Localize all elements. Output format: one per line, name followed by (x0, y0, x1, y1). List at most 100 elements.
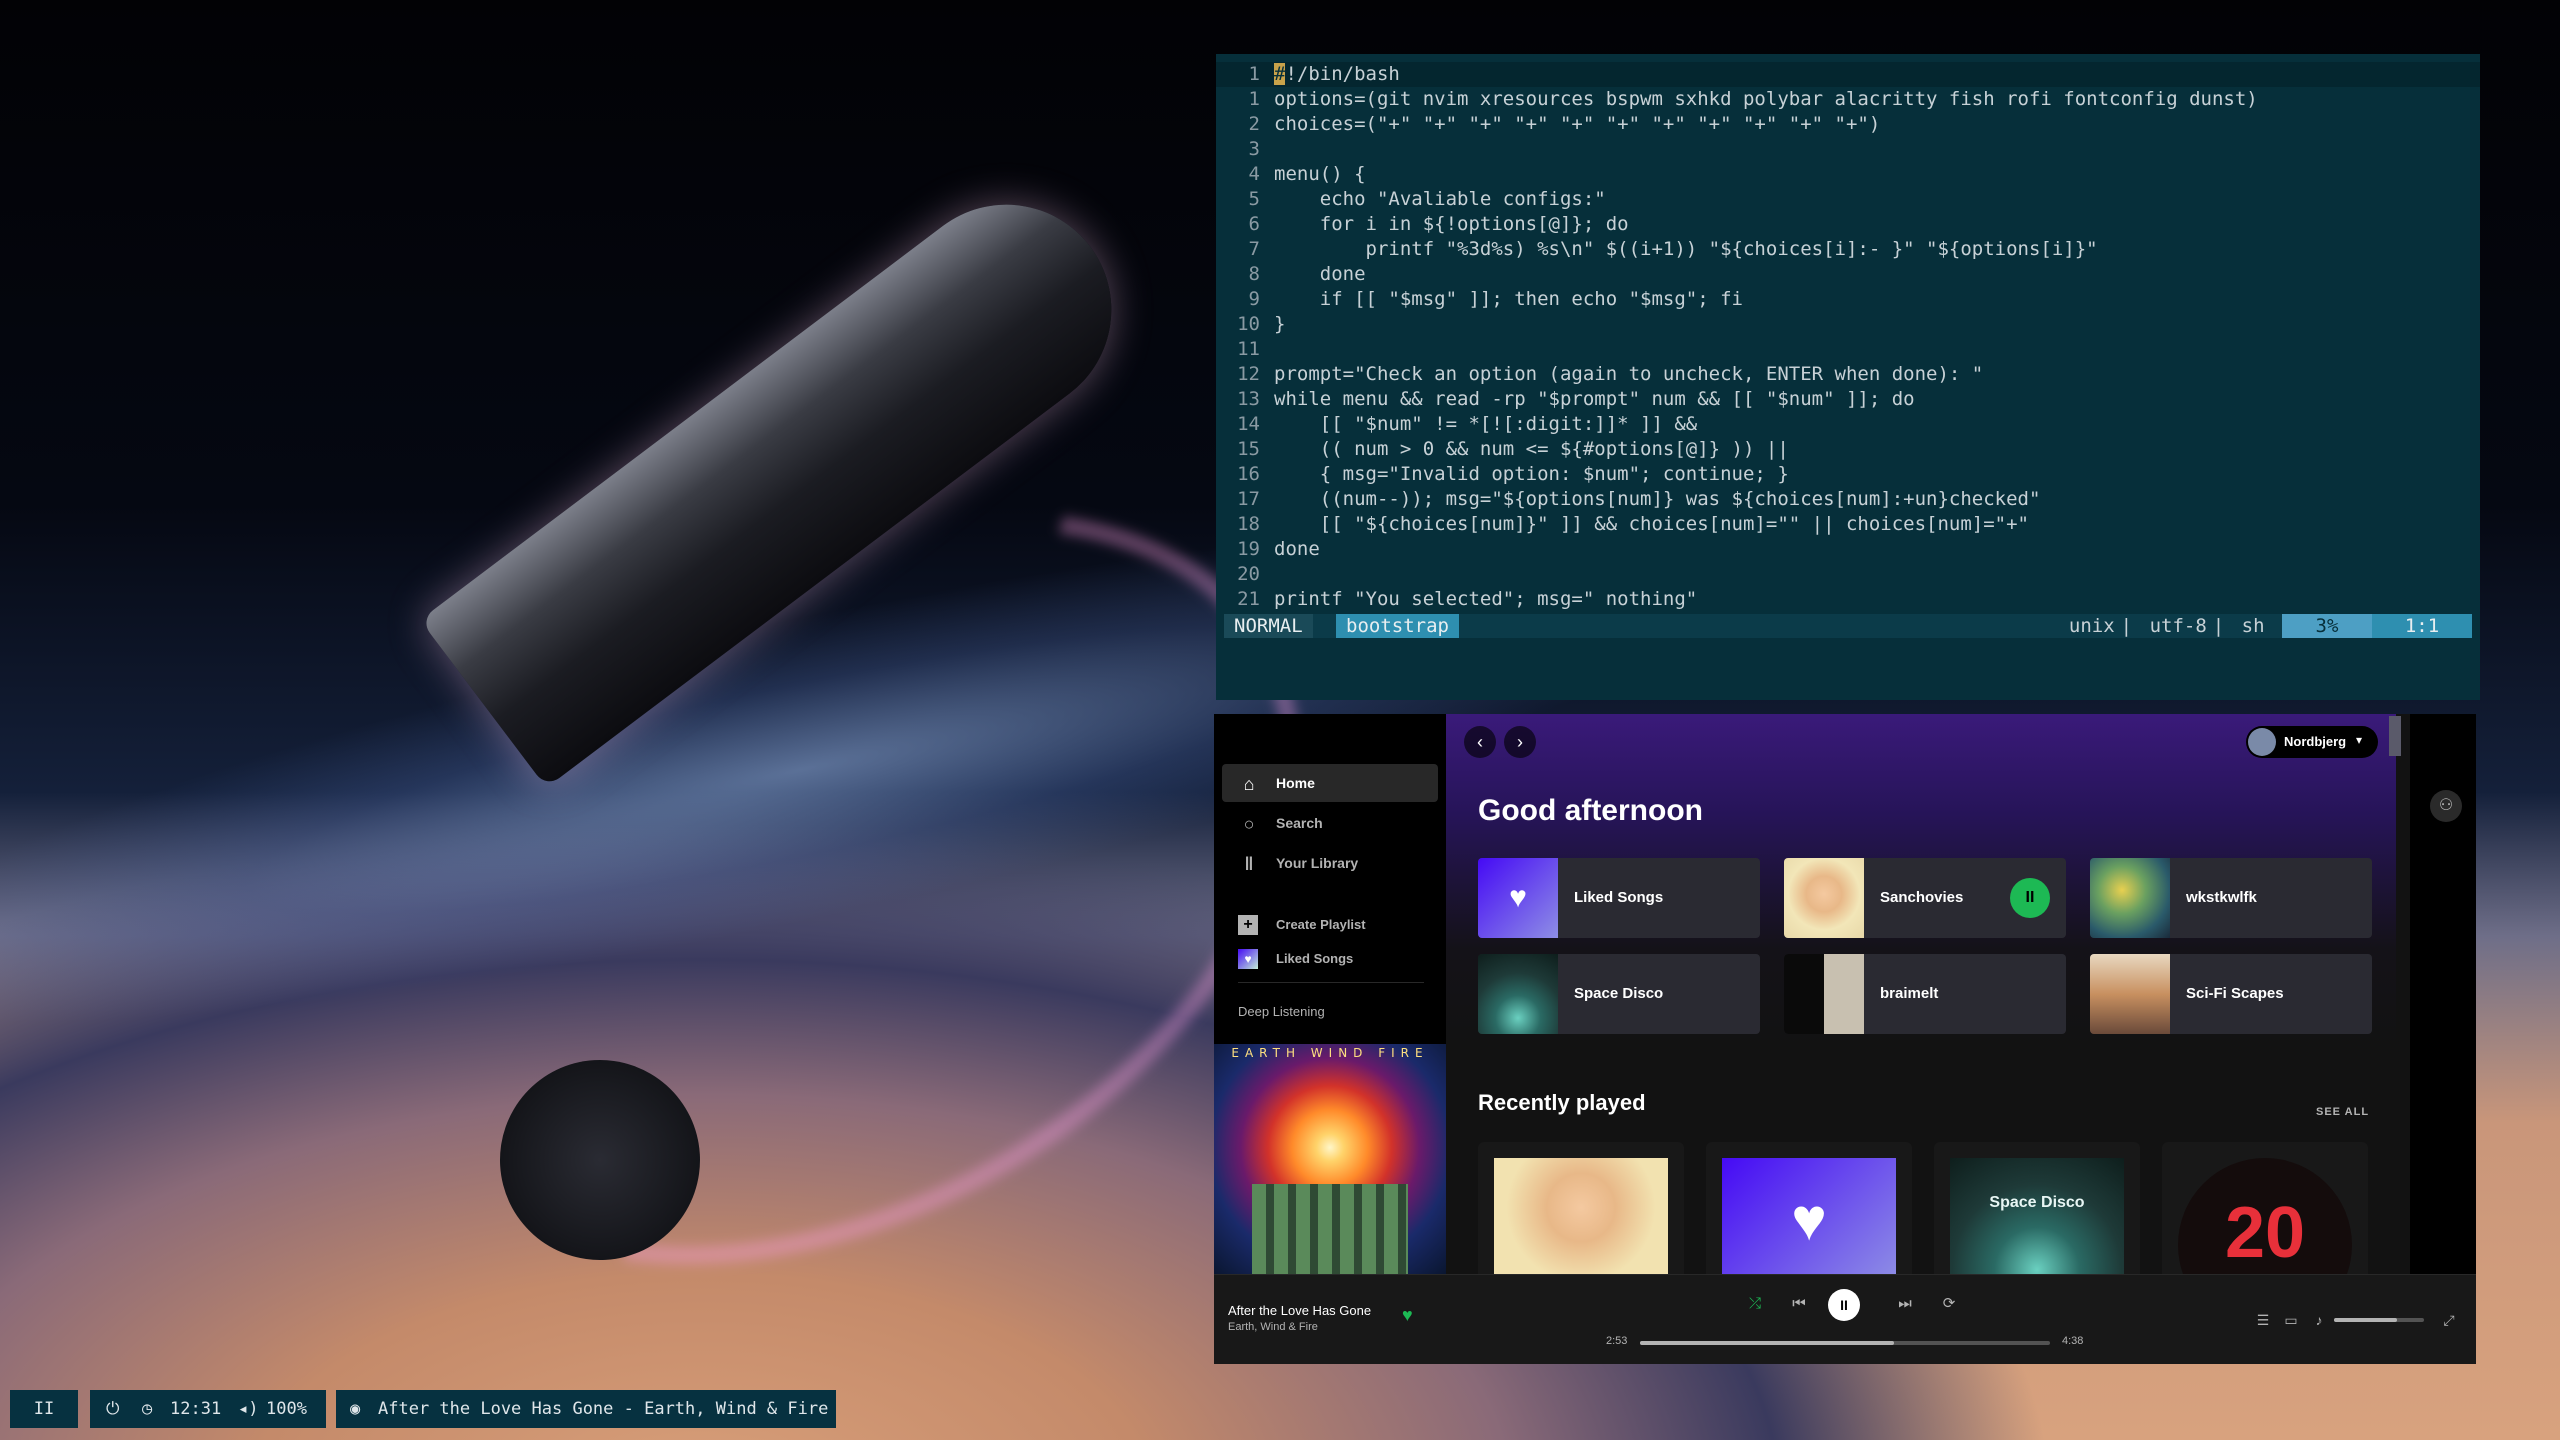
recent-card[interactable]: ♥ (1706, 1142, 1912, 1282)
code-line[interactable]: 12 prompt="Check an option (again to unch… (1216, 362, 2480, 387)
file-type: sh (2241, 615, 2265, 637)
liked-songs-button[interactable]: ♥ Liked Songs (1222, 940, 1438, 978)
progress-fill (1640, 1341, 1895, 1345)
workspace-indicator[interactable]: II (10, 1390, 78, 1428)
tile-name: Sci-Fi Scapes (2186, 985, 2284, 1002)
album-art-columns (1252, 1184, 1408, 1274)
power-icon[interactable]: ⏻ (106, 1390, 119, 1428)
code-line[interactable]: 15 (( num > 0 && num <= ${#options[@]} )… (1216, 437, 2480, 462)
code-line[interactable]: 21 printf "You selected"; msg=" nothing" (1216, 587, 2480, 612)
terminal-nvim-window[interactable]: 1 #!/bin/bash 1 options=(git nvim xresource… (1216, 54, 2480, 700)
polybar-music-module[interactable]: ◉ After the Love Has Gone - Earth, Wind … (336, 1390, 836, 1428)
clock-time: 12:31 (170, 1399, 222, 1419)
recent-card[interactable]: 20 (2162, 1142, 2368, 1332)
line-number: 10 (1237, 313, 1260, 335)
user-menu-button[interactable]: Nordbjerg ▾ (2246, 726, 2378, 758)
code-line[interactable]: 18 [[ "${choices[num]}" ]] && choices[nu… (1216, 512, 2480, 537)
code-buffer[interactable]: 1 #!/bin/bash 1 options=(git nvim xresource… (1216, 62, 2480, 612)
code-line[interactable]: 10} (1216, 312, 2480, 337)
sidebar-item-label: Search (1276, 815, 1323, 831)
code-line[interactable]: 19 done (1216, 537, 2480, 562)
repeat-icon[interactable]: ⟳ (1934, 1289, 1964, 1319)
now-playing-artist[interactable]: Earth, Wind & Fire (1228, 1321, 1318, 1333)
line-number: 3 (1248, 138, 1260, 160)
back-arrow-icon[interactable]: ‹ (1464, 726, 1496, 758)
line-text: [[ "${choices[num]}" ]] && choices[num]=… (1274, 513, 2029, 535)
volume-icon[interactable]: ♪ (2308, 1309, 2330, 1331)
home-view: ‹ › Nordbjerg ▾ Good afternoon ♥ Liked S… (1446, 714, 2396, 1332)
sidebar-item-search[interactable]: ○ Search (1222, 804, 1438, 842)
progress-bar[interactable] (1640, 1341, 2050, 1345)
text-cursor: # (1274, 63, 1286, 85)
git-branch: bootstrap (1336, 614, 1459, 638)
code-line[interactable]: 17 ((num--)); msg="${options[num]} was $… (1216, 487, 2480, 512)
tile-art (1478, 954, 1558, 1034)
play-pause-button[interactable]: II (1828, 1289, 1860, 1321)
volume-icon[interactable]: ◂) (238, 1390, 258, 1428)
shortcut-tile[interactable]: Sci-Fi Scapes (2090, 954, 2372, 1034)
code-line[interactable]: 6 for i in ${!options[@]}; do (1216, 212, 2480, 237)
line-number: 12 (1237, 363, 1260, 385)
line-number: 9 (1248, 288, 1260, 310)
line-number: 13 (1237, 388, 1260, 410)
shortcut-tile[interactable]: wkstkwlfk (2090, 858, 2372, 938)
friend-activity-icon[interactable]: ⚇ (2430, 790, 2462, 822)
line-text: #!/bin/bash (1274, 63, 1400, 85)
shuffle-icon[interactable]: ⤮ (1740, 1289, 1770, 1319)
code-line[interactable]: 20 (1216, 562, 2480, 587)
recent-card[interactable]: Space Disco (1934, 1142, 2140, 1282)
line-number: 16 (1237, 463, 1260, 485)
shortcut-tile[interactable]: ♥ Liked Songs (1478, 858, 1760, 938)
code-line[interactable]: 11 (1216, 337, 2480, 362)
code-line[interactable]: 8 done (1216, 262, 2480, 287)
line-text: [[ "$num" != *[![:digit:]]* ]] && (1274, 413, 1698, 435)
next-track-icon[interactable]: ⏭ (1890, 1289, 1920, 1319)
sidebar-item-home[interactable]: ⌂ Home (1222, 764, 1438, 802)
fullscreen-icon[interactable]: ⤢ (2438, 1309, 2460, 1331)
now-playing-album-art[interactable]: EARTH WIND FIRE (1214, 1044, 1446, 1274)
tile-name: braimelt (1880, 985, 1939, 1002)
card-art (1494, 1158, 1668, 1282)
clock-icon: ◷ (142, 1399, 153, 1419)
code-line[interactable]: 9 if [[ "$msg" ]]; then echo "$msg"; fi (1216, 287, 2480, 312)
previous-track-icon[interactable]: ⏮ (1784, 1289, 1814, 1319)
plus-icon: + (1238, 915, 1258, 935)
code-line[interactable]: 7 printf "%3d%s) %s\n" $((i+1)) "${choic… (1216, 237, 2480, 262)
code-line[interactable]: 14 [[ "$num" != *[![:digit:]]* ]] && (1216, 412, 2480, 437)
sidebar-item-library[interactable]: ‖ Your Library (1222, 844, 1438, 882)
code-line[interactable]: 1 #!/bin/bash (1216, 62, 2480, 87)
line-number: 20 (1237, 563, 1260, 585)
queue-icon[interactable]: ☰ (2252, 1309, 2274, 1331)
forward-arrow-icon[interactable]: › (1504, 726, 1536, 758)
code-line[interactable]: 13 while menu && read -rp "$prompt" num &… (1216, 387, 2480, 412)
user-name: Nordbjerg (2284, 734, 2347, 749)
greeting-heading: Good afternoon (1478, 794, 1703, 827)
now-playing-title[interactable]: After the Love Has Gone (1228, 1303, 1371, 1318)
shortcut-tile[interactable]: Space Disco (1478, 954, 1760, 1034)
code-line[interactable]: 4 menu() { (1216, 162, 2480, 187)
shortcut-tile[interactable]: braimelt (1784, 954, 2066, 1034)
spotify-window[interactable]: ⌂ Home ○ Search ‖ Your Library + Create … (1214, 714, 2476, 1364)
pause-button[interactable]: II (2010, 878, 2050, 918)
sidebar: ⌂ Home ○ Search ‖ Your Library + Create … (1214, 714, 1446, 1274)
like-heart-icon[interactable]: ♥ (1402, 1305, 1413, 1326)
code-line[interactable]: 1 options=(git nvim xresources bspwm sxhk… (1216, 87, 2480, 112)
devices-icon[interactable]: ▭ (2280, 1309, 2302, 1331)
volume-slider[interactable] (2334, 1318, 2424, 1322)
create-playlist-button[interactable]: + Create Playlist (1222, 906, 1438, 944)
code-line[interactable]: 5 echo "Avaliable configs:" (1216, 187, 2480, 212)
line-text: ((num--)); msg="${options[num]} was ${ch… (1274, 488, 2041, 510)
see-all-link[interactable]: SEE ALL (2316, 1106, 2369, 1118)
shortcut-tile[interactable]: Sanchovies II (1784, 858, 2066, 938)
tile-name: Sanchovies (1880, 889, 1964, 906)
code-line[interactable]: 3 (1216, 137, 2480, 162)
vim-statusline: NORMAL bootstrap unix | utf-8 | sh 3% 1:1 (1224, 614, 2472, 638)
recent-card[interactable] (1478, 1142, 1684, 1282)
card-art-title: Space Disco (1989, 1194, 2085, 1211)
code-line[interactable]: 16 { msg="Invalid option: $num"; continu… (1216, 462, 2480, 487)
sidebar-playlist-item[interactable]: Deep Listening (1238, 1004, 1325, 1019)
line-number: 1 (1248, 63, 1260, 85)
code-line[interactable]: 2 choices=("+" "+" "+" "+" "+" "+" "+" "+… (1216, 112, 2480, 137)
line-text: prompt="Check an option (again to unchec… (1274, 363, 1984, 385)
main-scrollbar[interactable] (2389, 716, 2401, 756)
